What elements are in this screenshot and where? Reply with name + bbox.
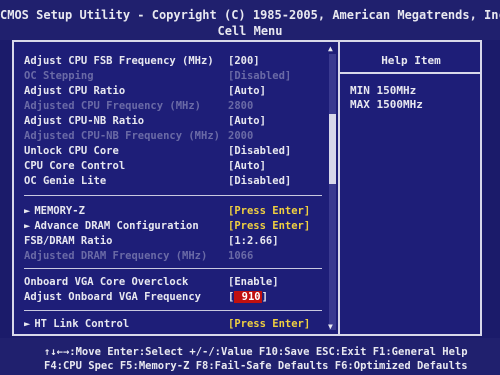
setting-label: Unlock CPU Core (24, 145, 119, 157)
setting-value: 1066 (228, 250, 254, 262)
setting-row-adjusted-dram-freq: Adjusted DRAM Frequency (MHz) 1066 (24, 250, 324, 265)
help-min: MIN 150MHz (350, 84, 417, 97)
section-divider (24, 195, 322, 196)
scrollbar-thumb[interactable] (329, 114, 336, 184)
setting-row-oc-genie-lite[interactable]: OC Genie Lite [Disabled] (24, 175, 324, 190)
setting-row-cpu-nb-ratio[interactable]: Adjust CPU-NB Ratio [Auto] (24, 115, 324, 130)
scroll-down-icon[interactable]: ▼ (328, 322, 333, 331)
help-max: MAX 1500MHz (350, 98, 423, 111)
setting-label: Adjust CPU-NB Ratio (24, 115, 145, 127)
app-title: CMOS Setup Utility - Copyright (C) 1985-… (0, 8, 500, 22)
submenu-ht-link-control[interactable]: ► HT Link Control [Press Enter] (24, 318, 324, 333)
submenu-arrow-icon: ► (24, 205, 31, 217)
section-divider (24, 268, 322, 269)
scrollbar[interactable] (329, 54, 336, 330)
key-help-line-1: ↑↓←→:Move Enter:Select +/-/:Value F10:Sa… (44, 346, 468, 358)
key-help-line-2: F4:CPU Spec F5:Memory-Z F8:Fail-Safe Def… (44, 360, 468, 372)
menu-title: Cell Menu (217, 24, 283, 38)
setting-row-oc-stepping: OC Stepping [Disabled] (24, 70, 324, 85)
selected-value-input[interactable]: 910 (234, 291, 262, 303)
setting-label: Advance DRAM Configuration (34, 220, 199, 232)
setting-row-cpu-core-control[interactable]: CPU Core Control [Auto] (24, 160, 324, 175)
submenu-advance-dram[interactable]: ► Advance DRAM Configuration [Press Enter… (24, 220, 324, 235)
scroll-up-icon[interactable]: ▲ (328, 44, 333, 53)
setting-row-unlock-cpu-core[interactable]: Unlock CPU Core [Disabled] (24, 145, 324, 160)
setting-value: 2800 (228, 100, 254, 112)
section-divider (24, 310, 322, 311)
setting-value[interactable]: [Auto] (228, 85, 266, 97)
setting-row-vga-overclock[interactable]: Onboard VGA Core Overclock [Enable] (24, 276, 324, 291)
setting-row-adjusted-cpu-nb-freq: Adjusted CPU-NB Frequency (MHz) 2000 (24, 130, 324, 145)
setting-value-selected[interactable]: [ 910] (228, 291, 268, 303)
help-divider (340, 72, 480, 74)
panel-divider (338, 40, 340, 336)
submenu-arrow-icon: ► (24, 318, 31, 330)
setting-label: OC Stepping (24, 70, 94, 82)
setting-label: Adjusted CPU-NB Frequency (MHz) (24, 130, 220, 142)
setting-value[interactable]: [Press Enter] (228, 220, 310, 232)
setting-value[interactable]: [Enable] (228, 276, 279, 288)
setting-value[interactable]: [Disabled] (228, 175, 291, 187)
setting-label: Adjusted DRAM Frequency (MHz) (24, 250, 208, 262)
setting-value[interactable]: [1:2.66] (228, 235, 279, 247)
setting-label: Adjust Onboard VGA Frequency (24, 291, 202, 303)
setting-value: 2000 (228, 130, 254, 142)
submenu-arrow-icon: ► (24, 220, 31, 232)
setting-label: CPU Core Control (24, 160, 126, 172)
help-title: Help Item (381, 54, 441, 67)
setting-value[interactable]: [Disabled] (228, 145, 291, 157)
setting-value[interactable]: [200] (228, 55, 260, 67)
setting-value[interactable]: [Press Enter] (228, 318, 310, 330)
setting-label: FSB/DRAM Ratio (24, 235, 113, 247)
title-bar: CMOS Setup Utility - Copyright (C) 1985-… (0, 0, 500, 40)
key-help-bar: ↑↓←→:Move Enter:Select +/-/:Value F10:Sa… (0, 338, 500, 375)
setting-row-cpu-fsb[interactable]: Adjust CPU FSB Frequency (MHz) [200] (24, 55, 324, 70)
setting-value[interactable]: [Auto] (228, 115, 266, 127)
setting-value[interactable]: [Press Enter] (228, 205, 310, 217)
setting-label: MEMORY-Z (34, 205, 85, 217)
setting-row-vga-frequency[interactable]: Adjust Onboard VGA Frequency [ 910] (24, 291, 324, 306)
setting-row-cpu-ratio[interactable]: Adjust CPU Ratio [Auto] (24, 85, 324, 100)
setting-label: Adjusted CPU Frequency (MHz) (24, 100, 202, 112)
setting-label: Onboard VGA Core Overclock (24, 276, 189, 288)
setting-row-fsb-dram-ratio[interactable]: FSB/DRAM Ratio [1:2.66] (24, 235, 324, 250)
bios-screen: CMOS Setup Utility - Copyright (C) 1985-… (0, 0, 500, 375)
setting-row-adjusted-cpu-freq: Adjusted CPU Frequency (MHz) 2800 (24, 100, 324, 115)
setting-value: [Disabled] (228, 70, 292, 82)
setting-label: HT Link Control (34, 318, 130, 330)
setting-label: Adjust CPU FSB Frequency (MHz) (24, 55, 214, 67)
submenu-memory-z[interactable]: ► MEMORY-Z [Press Enter] (24, 205, 324, 220)
setting-value[interactable]: [Auto] (228, 160, 266, 172)
setting-label: Adjust CPU Ratio (24, 85, 126, 97)
setting-label: OC Genie Lite (24, 175, 107, 187)
